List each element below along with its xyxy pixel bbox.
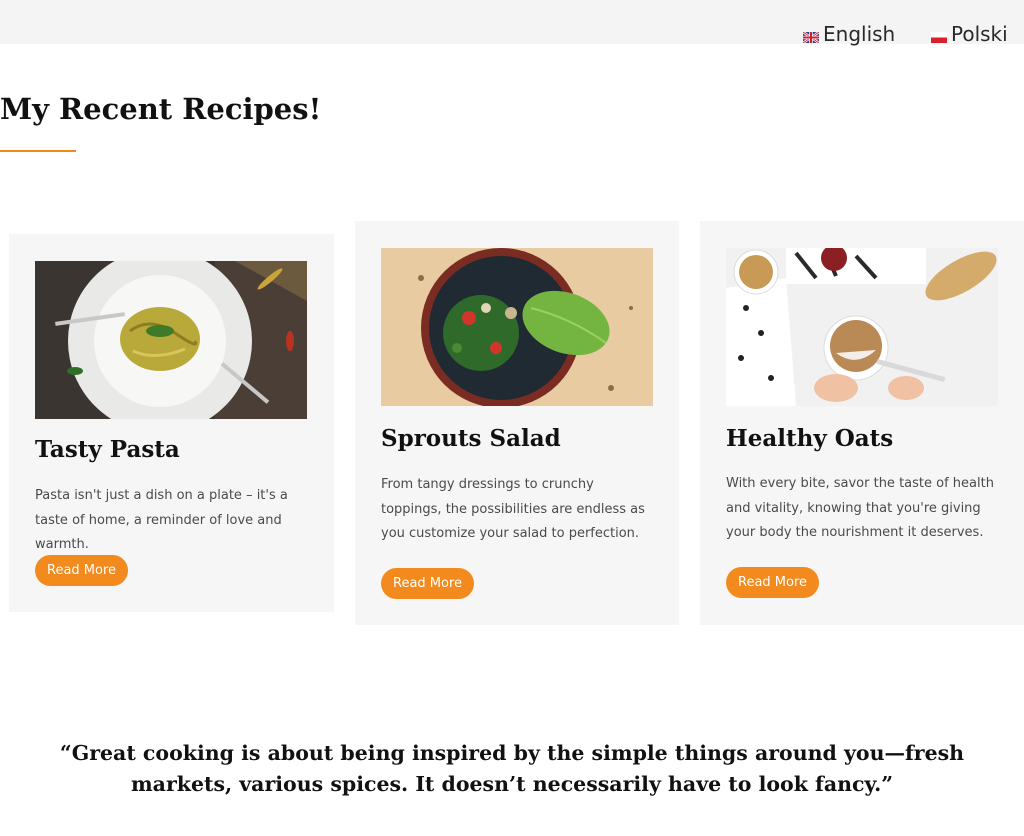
language-bar: English Polski [0, 0, 1024, 46]
recipe-card: Healthy Oats With every bite, savor the … [700, 221, 1024, 625]
language-label: Polski [951, 22, 1008, 46]
recipe-card: Tasty Pasta Pasta isn't just a dish on a… [9, 234, 334, 612]
recipe-title: Sprouts Salad [381, 425, 561, 452]
pasta-photo [35, 261, 307, 419]
read-more-button[interactable]: Read More [381, 568, 475, 599]
language-link-english[interactable]: English [803, 22, 895, 46]
oats-photo [726, 248, 998, 406]
recipe-description: Pasta isn't just a dish on a plate – it'… [35, 488, 288, 552]
recipe-title: Healthy Oats [726, 425, 894, 452]
read-more-button[interactable]: Read More [35, 555, 129, 586]
language-link-polski[interactable]: Polski [931, 22, 1008, 46]
title-underline [0, 150, 76, 152]
chef-quote: “Great cooking is about being inspired b… [59, 741, 965, 796]
recipe-description: With every bite, savor the taste of heal… [726, 476, 994, 540]
salad-photo [381, 248, 653, 406]
uk-flag-icon [803, 31, 819, 43]
section-title: My Recent Recipes! [0, 92, 322, 126]
poland-flag-icon [931, 31, 947, 43]
recipe-title: Tasty Pasta [35, 436, 180, 463]
recipe-card: Sprouts Salad From tangy dressings to cr… [355, 221, 679, 625]
read-more-button[interactable]: Read More [726, 567, 820, 598]
recipe-description: From tangy dressings to crunchy toppings… [381, 477, 645, 541]
language-label: English [823, 22, 896, 46]
